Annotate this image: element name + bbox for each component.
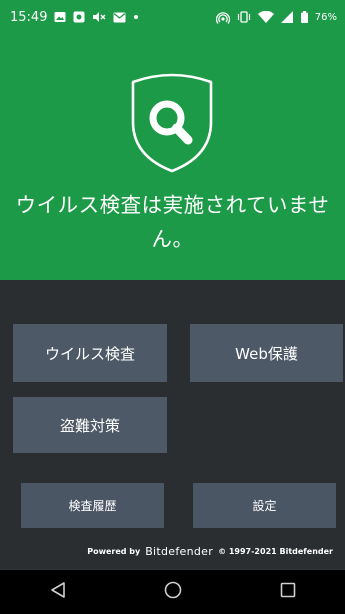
web-protection-button[interactable]: Web保護 xyxy=(190,324,343,382)
back-icon xyxy=(50,581,66,603)
search-shield-icon xyxy=(129,70,215,174)
anti-theft-label: 盗難対策 xyxy=(59,416,120,435)
scan-history-label: 検査履歴 xyxy=(68,499,117,513)
recents-icon xyxy=(280,582,296,602)
settings-button[interactable]: 設定 xyxy=(193,483,336,528)
anti-theft-button[interactable]: 盗難対策 xyxy=(13,397,167,453)
battery-percent: 76% xyxy=(314,11,337,23)
home-button[interactable] xyxy=(153,572,193,612)
dot-icon xyxy=(133,14,139,20)
copyright-text: © 1997-2021 Bitdefender xyxy=(218,546,333,556)
powered-by-text: Powered by xyxy=(87,546,141,556)
back-button[interactable] xyxy=(38,572,78,612)
mail-icon xyxy=(113,12,126,23)
navigation-bar xyxy=(0,570,345,614)
scan-status-panel: ウイルス検査は実施されていません。 xyxy=(0,34,345,280)
status-bar-left: 15:49 xyxy=(10,10,139,25)
web-protection-label: Web保護 xyxy=(235,344,298,363)
battery-icon xyxy=(300,11,308,23)
settings-label: 設定 xyxy=(252,499,277,513)
vibrate-icon xyxy=(237,11,251,23)
status-bar: 15:49 76% xyxy=(0,0,345,34)
recents-button[interactable] xyxy=(268,572,308,612)
status-time: 15:49 xyxy=(10,9,48,25)
scan-status-message: ウイルス検査は実施されていません。 xyxy=(15,193,330,251)
brand-name: Bitdefender xyxy=(145,544,214,558)
status-bar-right: 76% xyxy=(215,11,337,24)
home-icon xyxy=(164,581,182,603)
hotspot-icon xyxy=(215,11,230,24)
scan-history-button[interactable]: 検査履歴 xyxy=(21,483,164,528)
mute-icon xyxy=(92,11,106,23)
image-icon xyxy=(54,11,66,23)
virus-scan-label: ウイルス検査 xyxy=(44,344,135,363)
signal-icon xyxy=(280,11,294,23)
app-icon xyxy=(73,11,85,23)
wifi-icon xyxy=(257,11,274,23)
virus-scan-button[interactable]: ウイルス検査 xyxy=(13,324,167,382)
powered-by-footer: Powered by Bitdefender © 1997-2021 Bitde… xyxy=(0,543,345,559)
